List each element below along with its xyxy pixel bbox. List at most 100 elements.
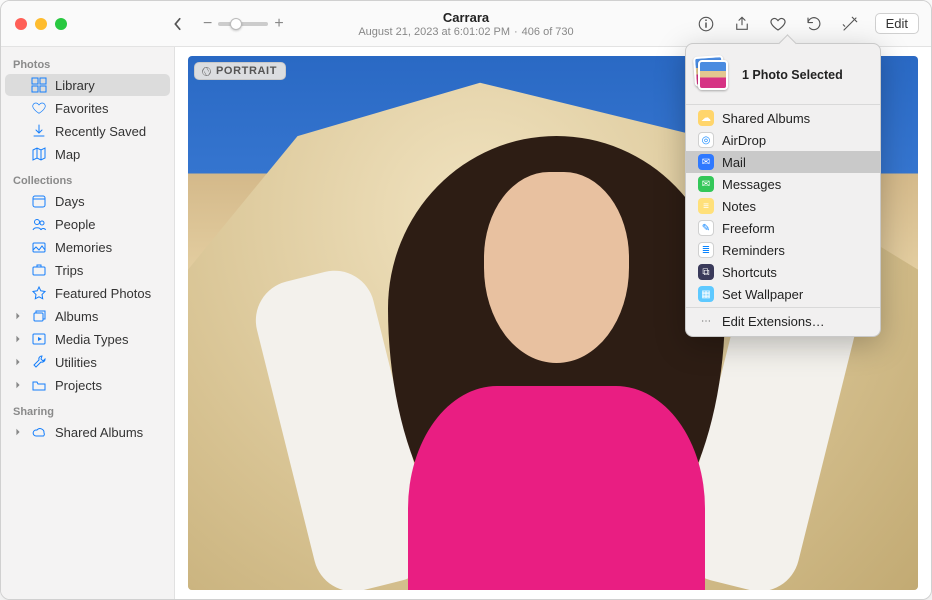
albums-icon xyxy=(31,308,47,324)
memories-icon xyxy=(31,239,47,255)
zoom-out-button[interactable]: − xyxy=(203,15,212,33)
map-icon xyxy=(31,146,47,162)
share-item-label: Set Wallpaper xyxy=(722,287,803,302)
featured-icon xyxy=(31,285,47,301)
sidebar-item-label: Media Types xyxy=(55,332,128,347)
sidebar-item-featured-photos[interactable]: Featured Photos xyxy=(5,282,170,304)
days-icon xyxy=(31,193,47,209)
zoom-in-button[interactable]: + xyxy=(274,15,283,33)
auto-enhance-button[interactable] xyxy=(839,13,861,35)
sidebar-item-media-types[interactable]: Media Types xyxy=(5,328,170,350)
sidebar-item-favorites[interactable]: Favorites xyxy=(5,97,170,119)
sidebar-item-utilities[interactable]: Utilities xyxy=(5,351,170,373)
zoom-window-button[interactable] xyxy=(55,18,67,30)
sidebar-item-projects[interactable]: Projects xyxy=(5,374,170,396)
share-item-set-wallpaper[interactable]: ▦ Set Wallpaper xyxy=(686,283,880,305)
heart-icon xyxy=(769,15,787,33)
sidebar-item-label: Recently Saved xyxy=(55,124,146,139)
sidebar-item-trips[interactable]: Trips xyxy=(5,259,170,281)
sidebar-item-recently-saved[interactable]: Recently Saved xyxy=(5,120,170,142)
info-icon xyxy=(697,15,715,33)
portrait-badge-label: PORTRAIT xyxy=(216,65,277,77)
share-button[interactable] xyxy=(731,13,753,35)
edit-button[interactable]: Edit xyxy=(875,13,919,34)
media-icon xyxy=(31,331,47,347)
people-icon xyxy=(31,216,47,232)
share-item-notes[interactable]: ≡ Notes xyxy=(686,195,880,217)
trips-icon xyxy=(31,262,47,278)
share-icon xyxy=(733,15,751,33)
sidebar-item-shared-albums[interactable]: Shared Albums xyxy=(5,421,170,443)
share-item-reminders[interactable]: ≣Reminders xyxy=(686,239,880,261)
zoom-slider[interactable] xyxy=(218,22,268,26)
share-item-freeform[interactable]: ✎Freeform xyxy=(686,217,880,239)
shared-icon xyxy=(31,424,47,440)
chevron-right-icon xyxy=(14,428,22,436)
rotate-icon xyxy=(805,15,823,33)
aperture-icon xyxy=(201,66,212,77)
chevron-right-icon xyxy=(14,381,22,389)
share-item-shared-albums[interactable]: ☁︎Shared Albums xyxy=(686,107,880,129)
app-icon: ≣ xyxy=(698,242,714,258)
minimize-window-button[interactable] xyxy=(35,18,47,30)
share-item-shortcuts[interactable]: ⧉Shortcuts xyxy=(686,261,880,283)
rotate-button[interactable] xyxy=(803,13,825,35)
app-icon: ✉︎ xyxy=(698,176,714,192)
library-icon xyxy=(31,77,47,93)
sidebar-item-label: People xyxy=(55,217,95,232)
share-thumbnail-icon xyxy=(696,58,734,92)
share-item-mail[interactable]: ✉︎ Mail xyxy=(686,151,880,173)
portrait-badge[interactable]: PORTRAIT xyxy=(194,62,286,80)
close-window-button[interactable] xyxy=(15,18,27,30)
sidebar-item-label: Projects xyxy=(55,378,102,393)
chevron-right-icon xyxy=(14,358,22,366)
sidebar-item-days[interactable]: Days xyxy=(5,190,170,212)
share-item-label: Messages xyxy=(722,177,781,192)
sidebar-section-collections: Collections xyxy=(1,171,174,189)
ellipsis-icon: ⋯ xyxy=(698,313,714,329)
chevron-right-icon xyxy=(14,312,22,320)
sidebar-item-map[interactable]: Map xyxy=(5,143,170,165)
app-icon: ▦ xyxy=(698,286,714,302)
app-icon: ✉︎ xyxy=(698,154,714,170)
sidebar-item-people[interactable]: People xyxy=(5,213,170,235)
share-popover: 1 Photo Selected ☁︎Shared Albums ◎ AirDrop… xyxy=(685,43,881,337)
back-button[interactable] xyxy=(167,13,189,35)
sidebar-item-albums[interactable]: Albums xyxy=(5,305,170,327)
sidebar-item-label: Library xyxy=(55,78,95,93)
share-item-label: AirDrop xyxy=(722,133,766,148)
zoom-control: − + xyxy=(203,15,284,33)
share-selected-count: 1 Photo Selected xyxy=(742,68,843,82)
app-icon: ◎ xyxy=(698,132,714,148)
share-item-label: Notes xyxy=(722,199,756,214)
share-item-airdrop[interactable]: ◎ AirDrop xyxy=(686,129,880,151)
sidebar-item-label: Days xyxy=(55,194,85,209)
heart-icon xyxy=(31,100,47,116)
share-edit-extensions[interactable]: ⋯ Edit Extensions… xyxy=(686,310,880,332)
sidebar-item-library[interactable]: Library xyxy=(5,74,170,96)
info-button[interactable] xyxy=(695,13,717,35)
photo-title: Carrara xyxy=(358,10,573,25)
sidebar-section-photos: Photos xyxy=(1,55,174,73)
share-item-messages[interactable]: ✉︎ Messages xyxy=(686,173,880,195)
sidebar-item-label: Map xyxy=(55,147,80,162)
app-icon: ≡ xyxy=(698,198,714,214)
utilities-icon xyxy=(31,354,47,370)
chevron-left-icon xyxy=(172,17,184,31)
favorite-button[interactable] xyxy=(767,13,789,35)
zoom-slider-thumb[interactable] xyxy=(230,18,242,30)
sidebar-item-label: Albums xyxy=(55,309,98,324)
sidebar-item-memories[interactable]: Memories xyxy=(5,236,170,258)
sidebar-item-label: Shared Albums xyxy=(55,425,143,440)
share-item-label: Mail xyxy=(722,155,746,170)
titlebar-center: Carrara August 21, 2023 at 6:01:02 PM·40… xyxy=(358,10,573,38)
download-icon xyxy=(31,123,47,139)
photo-subtitle: August 21, 2023 at 6:01:02 PM·406 of 730 xyxy=(358,26,573,38)
app-icon: ⧉ xyxy=(698,264,714,280)
wand-icon xyxy=(841,15,859,33)
sidebar-item-label: Featured Photos xyxy=(55,286,151,301)
app-icon: ✎ xyxy=(698,220,714,236)
share-popover-header: 1 Photo Selected xyxy=(686,48,880,102)
sidebar-item-label: Utilities xyxy=(55,355,97,370)
projects-icon xyxy=(31,377,47,393)
